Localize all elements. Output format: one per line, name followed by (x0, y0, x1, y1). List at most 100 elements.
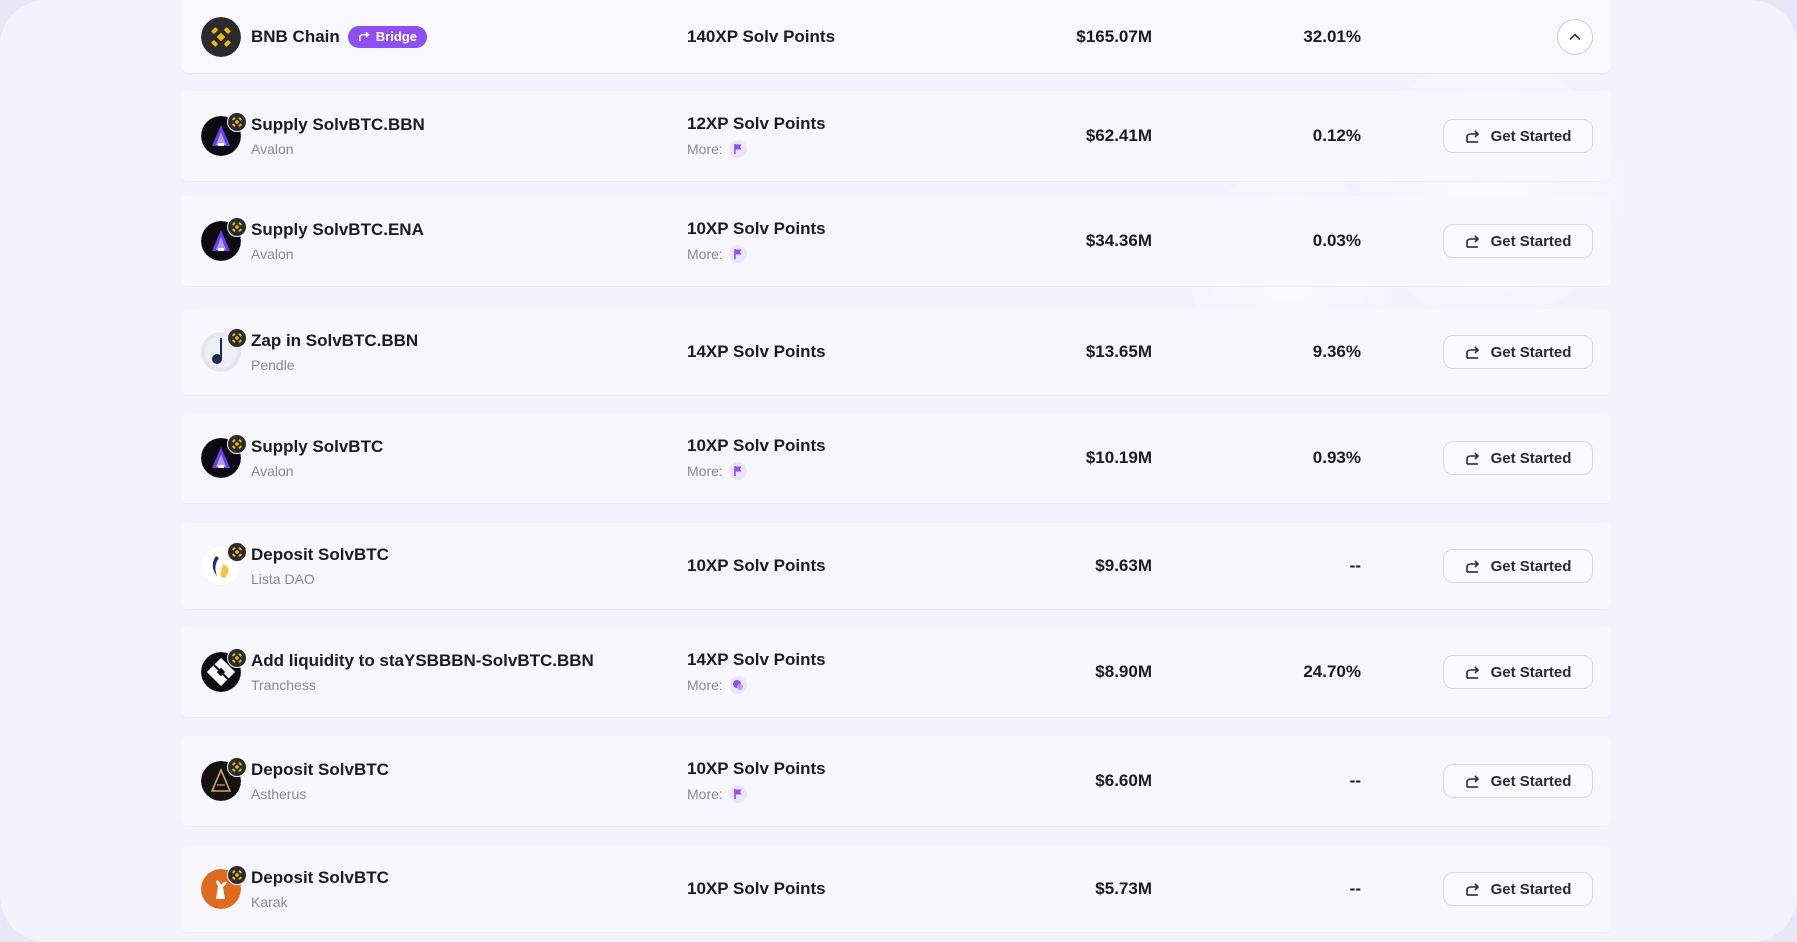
get-started-button[interactable]: Get Started (1443, 764, 1593, 798)
chain-apy: 32.01% (1303, 26, 1361, 46)
get-started-label: Get Started (1490, 663, 1572, 681)
opportunity-title-block: Supply SolvBTC Avalon (251, 437, 383, 479)
bnb-badge-icon (227, 648, 247, 668)
protocol-name: Tranchess (251, 677, 316, 693)
opportunity-name-cell: Zap in SolvBTC.BBN Pendle (201, 309, 418, 395)
get-started-button[interactable]: Get Started (1443, 441, 1593, 475)
points-cell: 10XP Solv Points (687, 846, 826, 932)
points-cell: 14XP Solv Points More: (687, 627, 826, 717)
share-arrow-icon (1465, 666, 1479, 679)
more-rewards: More: (687, 245, 747, 263)
protocol-name: Astherus (251, 786, 307, 802)
opportunity-title-block: Deposit SolvBTC Astherus (251, 760, 389, 802)
get-started-label: Get Started (1490, 127, 1572, 145)
get-started-button[interactable]: Get Started (1443, 872, 1593, 906)
chevron-up-icon (1569, 32, 1581, 40)
get-started-label: Get Started (1490, 343, 1572, 361)
more-rewards: More: (687, 676, 747, 694)
protocol-name: Lista DAO (251, 571, 315, 587)
get-started-button[interactable]: Get Started (1443, 655, 1593, 689)
coin-icon (728, 676, 747, 694)
bnb-badge-icon (227, 112, 247, 132)
share-arrow-icon (1465, 452, 1479, 465)
points-cell: 14XP Solv Points (687, 309, 826, 395)
get-started-button[interactable]: Get Started (1443, 549, 1593, 583)
opportunity-title: Add liquidity to staYSBBBN-SolvBTC.BBN (251, 651, 594, 670)
more-label: More: (687, 141, 723, 157)
opportunity-title-block: Add liquidity to staYSBBBN-SolvBTC.BBN T… (251, 651, 594, 693)
tvl-value: $13.65M (1085, 342, 1152, 361)
share-arrow-icon (358, 31, 370, 42)
solv-points: 12XP Solv Points (687, 114, 826, 133)
opportunity-name-cell: Supply SolvBTC Avalon (201, 413, 383, 503)
bridge-button[interactable]: Bridge (347, 25, 427, 48)
get-started-label: Get Started (1490, 449, 1572, 467)
bnb-badge-icon (227, 434, 247, 454)
avalon-logo (201, 434, 247, 478)
opportunity-row: Supply SolvBTC.BBN Avalon 12XP Solv Poin… (181, 91, 1611, 181)
bnb-badge-icon (227, 217, 247, 237)
app-frame: BNB Chain Bridge 140XP Solv Points $165.… (0, 0, 1797, 942)
opportunity-title: Deposit SolvBTC (251, 545, 389, 564)
opportunity-name-cell: Deposit SolvBTC Karak (201, 846, 389, 932)
more-rewards: More: (687, 462, 747, 480)
flag-icon (728, 785, 747, 803)
opportunity-title-block: Zap in SolvBTC.BBN Pendle (251, 331, 418, 373)
apy-value: -- (1349, 771, 1361, 790)
points-cell: 10XP Solv Points More: (687, 736, 826, 826)
karak-logo (201, 865, 247, 909)
tvl-value: $9.63M (1095, 556, 1152, 575)
collapse-button[interactable] (1557, 18, 1593, 55)
opportunity-title: Deposit SolvBTC (251, 868, 389, 887)
opportunity-title: Deposit SolvBTC (251, 760, 389, 779)
solv-points: 10XP Solv Points (687, 556, 826, 575)
action-cell: Get Started (1443, 413, 1593, 503)
more-label: More: (687, 463, 723, 479)
get-started-button[interactable]: Get Started (1443, 224, 1593, 258)
chain-points-cell: 140XP Solv Points (687, 0, 835, 73)
more-rewards: More: (687, 785, 747, 803)
action-cell: Get Started (1443, 523, 1593, 609)
bnb-chain-logo (201, 16, 241, 57)
get-started-button[interactable]: Get Started (1443, 335, 1593, 369)
apy-value: 24.70% (1303, 662, 1361, 681)
bridge-label: Bridge (375, 29, 417, 44)
tranchess-logo (201, 648, 247, 692)
opportunity-name-cell: Supply SolvBTC.ENA Avalon (201, 196, 424, 286)
get-started-label: Get Started (1490, 557, 1572, 575)
chain-header-row[interactable]: BNB Chain Bridge 140XP Solv Points $165.… (181, 0, 1611, 73)
pendle-logo (201, 328, 247, 372)
opportunity-name-cell: Add liquidity to staYSBBBN-SolvBTC.BBN T… (201, 627, 594, 717)
apy-value: 0.12% (1312, 126, 1361, 145)
get-started-label: Get Started (1490, 880, 1572, 898)
tvl-value: $6.60M (1095, 771, 1152, 790)
bnb-badge-icon (227, 865, 247, 885)
solv-points: 10XP Solv Points (687, 436, 826, 455)
protocol-name: Avalon (251, 463, 294, 479)
get-started-button[interactable]: Get Started (1443, 119, 1593, 153)
opportunity-row: Add liquidity to staYSBBBN-SolvBTC.BBN T… (181, 627, 1611, 717)
action-cell: Get Started (1443, 627, 1593, 717)
points-cell: 10XP Solv Points More: (687, 196, 826, 286)
apy-value: 0.03% (1312, 231, 1361, 250)
opportunity-title-block: Deposit SolvBTC Lista DAO (251, 545, 389, 587)
chain-collapse-cell (1557, 0, 1593, 73)
lista-dao-logo (201, 542, 247, 586)
more-label: More: (687, 786, 723, 802)
share-arrow-icon (1465, 130, 1479, 143)
solv-points: 10XP Solv Points (687, 759, 826, 778)
opportunity-name-cell: Deposit SolvBTC Astherus (201, 736, 389, 826)
opportunity-title: Supply SolvBTC.BBN (251, 115, 425, 134)
avalon-logo (201, 112, 247, 156)
tvl-value: $62.41M (1085, 126, 1152, 145)
solv-points: 14XP Solv Points (687, 650, 826, 669)
opportunity-row: Deposit SolvBTC Karak 10XP Solv Points $… (181, 846, 1611, 932)
solv-points: 14XP Solv Points (687, 342, 826, 361)
opportunity-name-cell: Supply SolvBTC.BBN Avalon (201, 91, 425, 181)
protocol-name: Avalon (251, 246, 294, 262)
share-arrow-icon (1465, 346, 1479, 359)
apy-value: -- (1349, 879, 1361, 898)
chain-tvl: $165.07M (1076, 26, 1152, 46)
opportunity-title-block: Supply SolvBTC.BBN Avalon (251, 115, 425, 157)
more-label: More: (687, 246, 723, 262)
